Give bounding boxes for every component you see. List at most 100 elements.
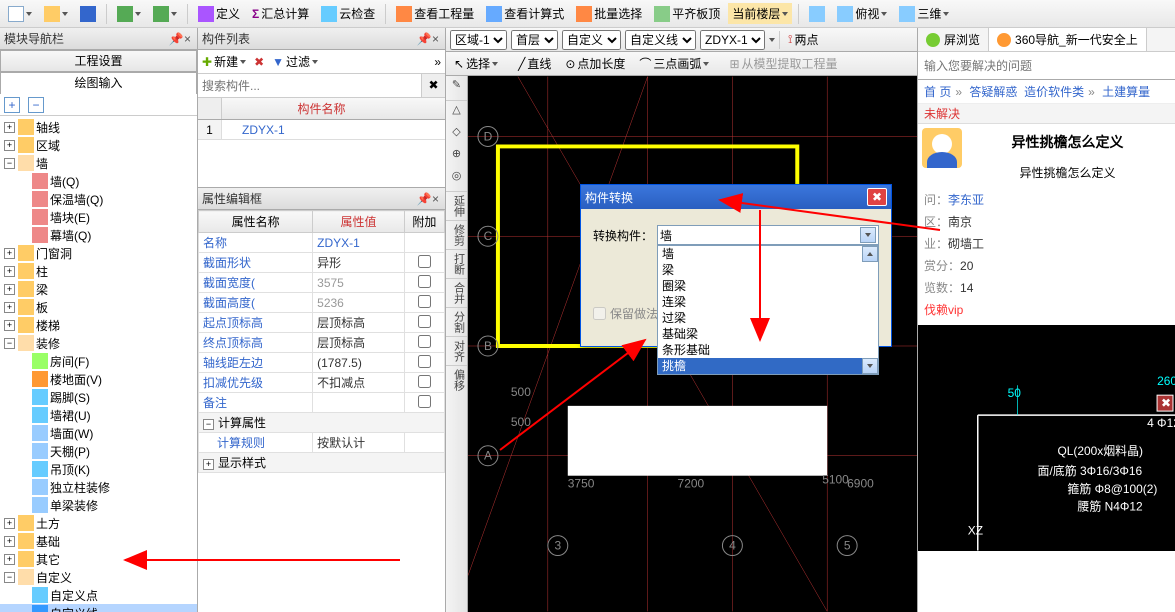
extend-tool[interactable]: 延伸 xyxy=(447,194,467,218)
cloud-check-button[interactable]: 云检查 xyxy=(317,3,379,24)
tree-node-custom-point[interactable]: 自定义点 xyxy=(0,586,197,604)
tree-node-slab[interactable]: +板 xyxy=(0,298,197,316)
prop-group-display[interactable]: +显示样式 xyxy=(199,453,445,473)
convert-select[interactable]: 墙 xyxy=(657,225,879,245)
prop-section-value[interactable]: 异形 xyxy=(313,253,405,273)
tree-node-wainscot[interactable]: 墙裙(U) xyxy=(0,406,197,424)
pin-icon[interactable]: 📌 xyxy=(169,32,179,42)
prop-group-calc[interactable]: −计算属性 xyxy=(199,413,445,433)
tree-node-wall-block[interactable]: 墙块(E) xyxy=(0,208,197,226)
prop-deduct-value[interactable]: 不扣减点 xyxy=(313,373,405,393)
browser-tab-2[interactable]: 360导航_新一代安全上 xyxy=(989,28,1147,51)
tree-node-ceiling[interactable]: 天棚(P) xyxy=(0,442,197,460)
side-tool-4[interactable]: ⊕ xyxy=(447,147,467,167)
convert-option[interactable]: 连梁 xyxy=(658,294,878,310)
prop-height-check[interactable] xyxy=(418,295,431,308)
redo-button[interactable] xyxy=(149,4,181,24)
side-tool-3[interactable]: ◇ xyxy=(447,125,467,145)
convert-option[interactable]: 圈梁 xyxy=(658,278,878,294)
filter-button[interactable]: ▼过滤 xyxy=(272,53,318,70)
tree-node-axis[interactable]: +轴线 xyxy=(0,118,197,136)
prop-height-value[interactable]: 5236 xyxy=(313,293,405,313)
break-tool[interactable]: 打断 xyxy=(447,252,467,276)
tree-node-column[interactable]: +柱 xyxy=(0,262,197,280)
top-view-button[interactable]: 俯视 xyxy=(833,3,891,24)
prop-remark-check[interactable] xyxy=(418,395,431,408)
tree-node-other[interactable]: +其它 xyxy=(0,550,197,568)
prop-calc-rule-value[interactable]: 按默认计 xyxy=(313,433,405,453)
prop-width-check[interactable] xyxy=(418,275,431,288)
save-button[interactable] xyxy=(76,4,100,24)
close-icon[interactable]: × xyxy=(430,32,441,46)
line-tool[interactable]: ╱直线 xyxy=(514,53,555,74)
side-tool-2[interactable]: △ xyxy=(447,103,467,123)
scroll-down-button[interactable] xyxy=(862,358,878,374)
3d-view-button[interactable]: 三维 xyxy=(895,3,953,24)
tree-node-skirting[interactable]: 踢脚(S) xyxy=(0,388,197,406)
undo-button[interactable] xyxy=(113,4,145,24)
offset-tool[interactable]: 偏移 xyxy=(447,368,467,392)
close-icon[interactable]: × xyxy=(430,192,441,206)
prop-axis-dist-value[interactable]: (1787.5) xyxy=(313,353,405,373)
tree-node-insul-wall[interactable]: 保温墙(Q) xyxy=(0,190,197,208)
search-input[interactable] xyxy=(198,74,421,97)
new-file-button[interactable] xyxy=(4,4,36,24)
tree-node-wall-surface[interactable]: 墙面(W) xyxy=(0,424,197,442)
tree-node-region[interactable]: +区域 xyxy=(0,136,197,154)
convert-option[interactable]: 基础梁 xyxy=(658,326,878,342)
extract-qty-button[interactable]: ⊞从模型提取工程量 xyxy=(725,53,841,74)
view-formula-button[interactable]: 查看计算式 xyxy=(482,3,568,24)
merge-tool[interactable]: 合并 xyxy=(447,281,467,305)
convert-option[interactable]: 墙 xyxy=(658,246,878,262)
tree-node-single-beam-dec[interactable]: 单梁装修 xyxy=(0,496,197,514)
scroll-up-button[interactable] xyxy=(862,246,878,262)
dialog-titlebar[interactable]: 构件转换 ✖ xyxy=(581,185,891,209)
side-tool-1[interactable]: ✎ xyxy=(447,78,467,98)
tree-node-room[interactable]: 房间(F) xyxy=(0,352,197,370)
prop-section-check[interactable] xyxy=(418,255,431,268)
batch-select-button[interactable]: 批量选择 xyxy=(572,3,646,24)
prop-start-top-check[interactable] xyxy=(418,315,431,328)
tree-node-wall-group[interactable]: −墙 xyxy=(0,154,197,172)
bc-qa[interactable]: 答疑解惑 xyxy=(969,85,1017,99)
pin-icon[interactable]: 📌 xyxy=(417,192,427,202)
bc-home[interactable]: 首 页 xyxy=(924,85,951,99)
three-arc-tool[interactable]: ⌒三点画弧 xyxy=(635,53,713,74)
view-cube-button[interactable] xyxy=(805,4,829,24)
expand-all-button[interactable]: + xyxy=(4,97,20,113)
collapse-all-button[interactable]: − xyxy=(28,97,44,113)
tree-node-earthwork[interactable]: +土方 xyxy=(0,514,197,532)
convert-option[interactable]: 挑檐 xyxy=(658,358,878,374)
tree-node-door-window[interactable]: +门窗洞 xyxy=(0,244,197,262)
prop-start-top-value[interactable]: 层顶标高 xyxy=(313,313,405,333)
current-floor-button[interactable]: 当前楼层 xyxy=(728,3,792,24)
tree-node-stair[interactable]: +楼梯 xyxy=(0,316,197,334)
level-roof-button[interactable]: 平齐板顶 xyxy=(650,3,724,24)
split-tool[interactable]: 分割 xyxy=(447,310,467,334)
convert-option[interactable]: 过梁 xyxy=(658,310,878,326)
region-select[interactable]: 区域-1 xyxy=(450,30,507,50)
prop-end-top-check[interactable] xyxy=(418,335,431,348)
prop-axis-dist-check[interactable] xyxy=(418,355,431,368)
prop-end-top-value[interactable]: 层顶标高 xyxy=(313,333,405,353)
open-file-button[interactable] xyxy=(40,4,72,24)
tree-node-decoration[interactable]: −装修 xyxy=(0,334,197,352)
tree-node-floor-surface[interactable]: 楼地面(V) xyxy=(0,370,197,388)
sum-calc-button[interactable]: Σ汇总计算 xyxy=(248,3,313,24)
search-clear-button[interactable]: ✖ xyxy=(421,74,445,97)
tree-node-wall[interactable]: 墙(Q) xyxy=(0,172,197,190)
tree-node-indep-col-dec[interactable]: 独立柱装修 xyxy=(0,478,197,496)
delete-component-button[interactable]: ✖ xyxy=(254,55,264,69)
bc-build[interactable]: 土建算量 xyxy=(1102,85,1150,99)
prop-width-value[interactable]: 3575 xyxy=(313,273,405,293)
close-icon[interactable]: × xyxy=(182,32,193,46)
define-button[interactable]: 定义 xyxy=(194,3,244,24)
two-point-button[interactable]: ⟟两点 xyxy=(784,29,822,50)
tree-node-custom-line[interactable]: 自定义线 xyxy=(0,604,197,612)
prop-deduct-check[interactable] xyxy=(418,375,431,388)
tab-project-settings[interactable]: 工程设置 xyxy=(0,50,197,72)
convert-option[interactable]: 梁 xyxy=(658,262,878,278)
prop-name-value[interactable]: ZDYX-1 xyxy=(313,233,405,253)
tree-node-foundation[interactable]: +基础 xyxy=(0,532,197,550)
category-select[interactable]: 自定义 xyxy=(562,30,621,50)
